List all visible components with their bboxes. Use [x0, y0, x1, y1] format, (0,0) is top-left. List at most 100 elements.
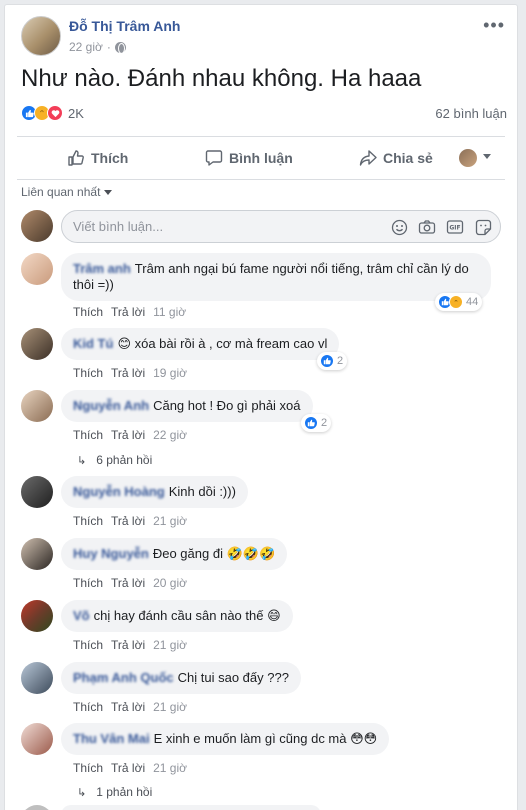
view-replies-link[interactable]: ↳ 1 phản hồi	[77, 785, 152, 799]
comment-button[interactable]: Bình luận	[205, 149, 293, 167]
comment-time[interactable]: 20 giờ	[153, 576, 187, 590]
comment-meta: Thích Trả lời 20 giờ	[73, 576, 187, 590]
comment-reactions[interactable]: 2	[317, 352, 348, 370]
share-as-avatar[interactable]	[459, 149, 477, 167]
commenter-name[interactable]: Võ	[73, 608, 90, 623]
thumbs-up-icon	[68, 150, 84, 166]
like-reaction-icon	[320, 354, 334, 368]
commenter-avatar[interactable]	[21, 328, 53, 360]
reaction-count: 2K	[68, 105, 84, 121]
like-button[interactable]: Thích	[67, 149, 128, 167]
post-author[interactable]: Đỗ Thị Trâm Anh	[69, 18, 180, 34]
comment-meta: Thích Trả lời 11 giờ	[73, 305, 186, 319]
reply-arrow-icon: ↳	[77, 454, 87, 467]
comment-reaction-count: 2	[321, 417, 328, 429]
comment-like-link[interactable]: Thích	[73, 700, 103, 714]
comment-reaction-count: 44	[466, 296, 479, 308]
comment-time[interactable]: 22 giờ	[153, 428, 187, 442]
commenter-avatar[interactable]	[21, 253, 53, 285]
comment-like-link[interactable]: Thích	[73, 638, 103, 652]
action-bar: Thích Bình luận Chia sẻ	[17, 136, 505, 180]
commenter-name[interactable]: Trâm anh	[73, 261, 131, 276]
comment-reactions[interactable]: ᵔ 44	[435, 293, 483, 311]
comment-time[interactable]: 11 giờ	[153, 305, 186, 319]
comment-bubble-icon	[205, 150, 223, 166]
current-user-avatar	[21, 210, 53, 242]
commenter-name[interactable]: Kid Tú	[73, 336, 113, 351]
comment-sort-label: Liên quan nhất	[21, 185, 101, 199]
comment-time[interactable]: 21 giờ	[153, 761, 187, 775]
commenter-name[interactable]: Huy Nguyễn	[73, 546, 149, 561]
comment-reactions[interactable]: 2	[301, 414, 332, 432]
comment-text: E xinh e muốn làm gì cũng dc mà 😳😳	[153, 731, 378, 746]
emoji-picker-icon[interactable]	[390, 218, 408, 236]
comment-input-box[interactable]: GIF	[61, 210, 501, 243]
comment-text: 😊 xóa bài rồi à , cơ mà fream cao vl	[117, 336, 328, 351]
commenter-avatar[interactable]	[21, 723, 53, 755]
commenter-name[interactable]: Nguyễn Anh	[73, 398, 149, 413]
comment-reply-link[interactable]: Trả lời	[111, 761, 145, 775]
commenter-avatar[interactable]	[21, 476, 53, 508]
comment-like-link[interactable]: Thích	[73, 576, 103, 590]
comment-reply-link[interactable]: Trả lời	[111, 700, 145, 714]
post-card: Đỗ Thị Trâm Anh 22 giờ · ••• Như nào. Đá…	[4, 4, 518, 810]
comment-text: chị hay đánh cầu sân nào thế 😄	[93, 608, 281, 623]
comment-bubble: Thu Vân Mai E xinh e muốn làm gì cũng dc …	[61, 723, 390, 755]
comment-bubble: Võ chị hay đánh cầu sân nào thế 😄	[61, 600, 293, 632]
camera-icon[interactable]	[418, 218, 436, 236]
comment-bubble: Kid Tú 😊 xóa bài rồi à , cơ mà fream cao …	[61, 328, 340, 360]
replies-count: 6 phản hồi	[96, 453, 153, 467]
commenter-name[interactable]: Nguyễn Hoàng	[73, 484, 165, 499]
view-replies-link[interactable]: ↳ 6 phản hồi	[77, 453, 152, 467]
comment-time[interactable]: 21 giờ	[153, 700, 187, 714]
comment-time[interactable]: 21 giờ	[153, 638, 187, 652]
commenter-avatar[interactable]	[21, 600, 53, 632]
commenter-avatar[interactable]	[21, 805, 53, 810]
globe-icon[interactable]	[114, 41, 126, 54]
comment-reply-link[interactable]: Trả lời	[111, 576, 145, 590]
share-button[interactable]: Chia sẻ	[359, 149, 433, 167]
share-button-label: Chia sẻ	[383, 150, 433, 166]
comment-like-link[interactable]: Thích	[73, 514, 103, 528]
replies-count: 1 phản hồi	[96, 785, 153, 799]
comment-count[interactable]: 62 bình luận	[435, 106, 507, 121]
comment-reply-link[interactable]: Trả lời	[111, 428, 145, 442]
comment-meta: Thích Trả lời 21 giờ	[73, 761, 187, 775]
comment-time[interactable]: 21 giờ	[153, 514, 187, 528]
comment-like-link[interactable]: Thích	[73, 366, 103, 380]
reply-arrow-icon: ↳	[77, 786, 87, 799]
post-meta: 22 giờ ·	[69, 40, 126, 54]
comment-like-link[interactable]: Thích	[73, 305, 103, 319]
comment-like-link[interactable]: Thích	[73, 761, 103, 775]
comment-reply-link[interactable]: Trả lời	[111, 638, 145, 652]
comment-reply-link[interactable]: Trả lời	[111, 366, 145, 380]
author-avatar[interactable]	[21, 16, 61, 56]
gif-icon[interactable]: GIF	[446, 218, 464, 236]
comment-text: Căng hot ! Đ‌o gì phải xoá	[153, 398, 301, 413]
comment-reply-link[interactable]: Trả lời	[111, 305, 145, 319]
commenter-avatar[interactable]	[21, 538, 53, 570]
comment-reply-link[interactable]: Trả lời	[111, 514, 145, 528]
more-options-icon[interactable]: •••	[483, 15, 505, 36]
comment-meta: Thích Trả lời 21 giờ	[73, 638, 187, 652]
share-as-caret-icon[interactable]	[483, 154, 491, 159]
comment-input-tools: GIF	[390, 218, 492, 236]
sticker-icon[interactable]	[474, 218, 492, 236]
comment-input[interactable]	[62, 211, 382, 242]
comment-reaction-count: 2	[337, 355, 344, 367]
commenter-avatar[interactable]	[21, 390, 53, 422]
comment-time[interactable]: 19 giờ	[153, 366, 187, 380]
comment-sort-dropdown[interactable]: Liên quan nhất	[21, 185, 113, 199]
commenter-avatar[interactable]	[21, 662, 53, 694]
commenter-name[interactable]: Thu Vân Mai	[73, 731, 150, 746]
comment-bubble: Nguyễn Hoàng Kinh dồi :)))	[61, 476, 248, 508]
commenter-name[interactable]: Phạm Anh Quốc	[73, 670, 174, 685]
reaction-summary[interactable]: ᵔ 2K	[21, 105, 84, 121]
comment-like-link[interactable]: Thích	[73, 428, 103, 442]
comment-meta: Thích Trả lời 19 giờ	[73, 366, 187, 380]
post-time[interactable]: 22 giờ	[69, 40, 103, 54]
comment-bubble: Huy Nguyễn Đeo găng đi 🤣🤣🤣	[61, 538, 288, 570]
haha-reaction-icon: ᵔ	[449, 295, 463, 309]
like-button-label: Thích	[91, 150, 129, 166]
post-text: Như nào. Đánh nhau không. Ha haaa	[21, 65, 422, 92]
